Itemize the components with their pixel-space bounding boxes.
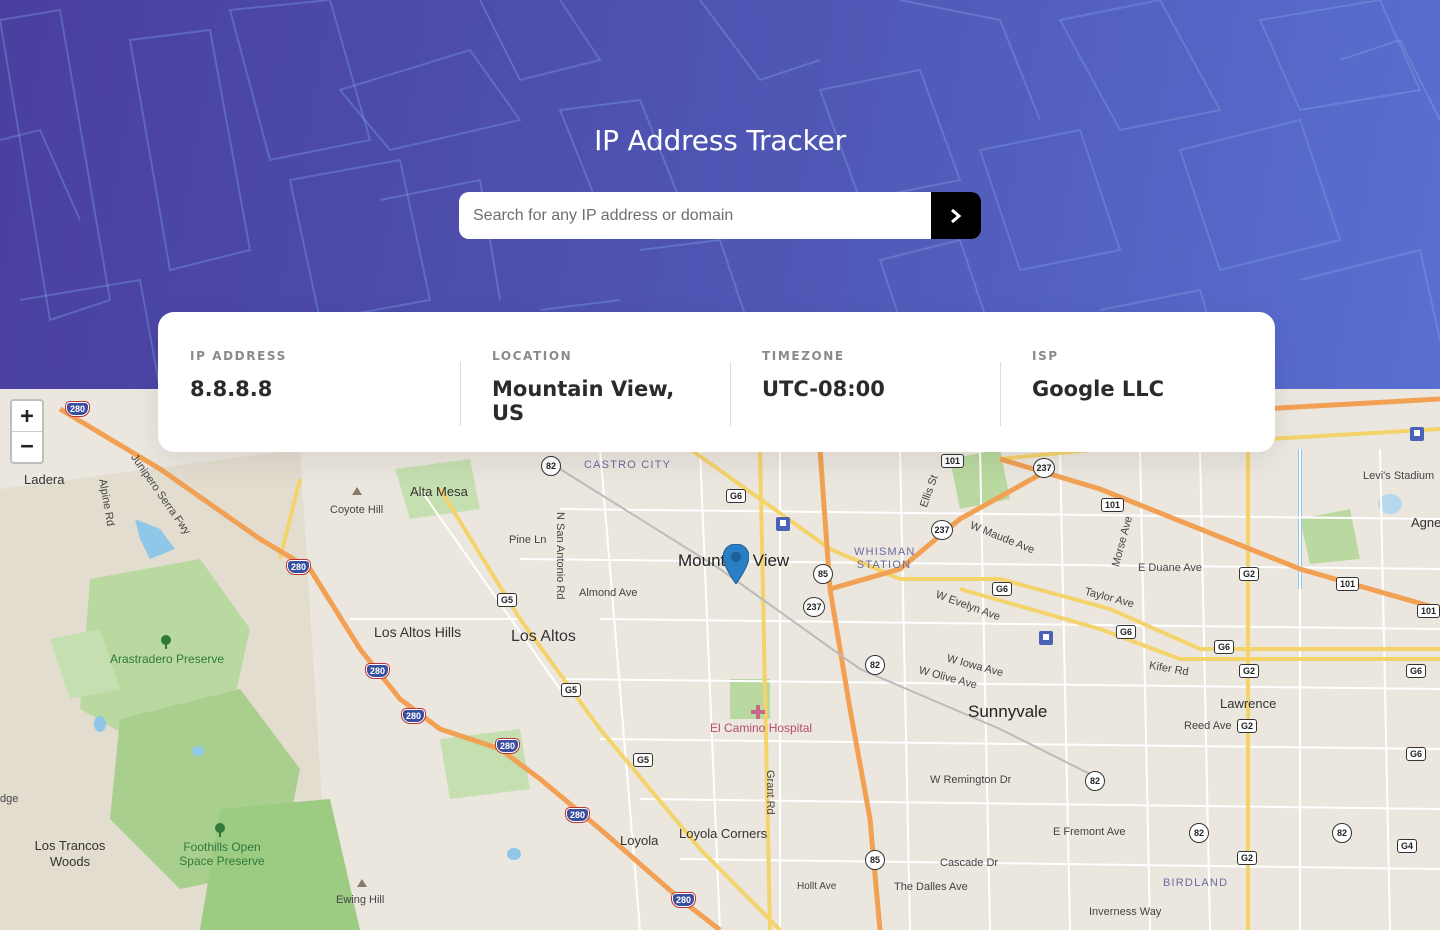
shield-r101: 101 xyxy=(1336,577,1360,591)
shield-i280: 280 xyxy=(402,709,426,723)
map-label-e-duane: E Duane Ave xyxy=(1138,562,1203,574)
map-label-levis-stadium: Levi's Stadium xyxy=(1363,470,1435,482)
map-label-n-san-antonio: N San Antonio Rd xyxy=(554,512,566,600)
shield-r237: 237 xyxy=(803,597,825,617)
shield-g6: G6 xyxy=(1214,640,1235,654)
location-label: LOCATION xyxy=(492,349,573,363)
shield-g4: G4 xyxy=(1397,839,1418,853)
map-label-grant: Grant Rd xyxy=(764,770,776,815)
shield-g5: G5 xyxy=(561,683,582,697)
chevron-right-icon xyxy=(951,208,962,223)
shield-g5: G5 xyxy=(497,593,518,607)
shield-r82: 82 xyxy=(1332,823,1352,843)
shield-r85: 85 xyxy=(865,850,885,870)
timezone-section: TIMEZONE UTC-08:00 xyxy=(730,346,1000,452)
shield-g2: G2 xyxy=(1239,664,1260,678)
map-label-ewing-hill: Ewing Hill xyxy=(336,894,385,906)
page-title: IP Address Tracker xyxy=(594,124,846,157)
ip-info-card: IP ADDRESS 8.8.8.8 LOCATION Mountain Vie… xyxy=(158,312,1275,452)
zoom-out-button[interactable]: − xyxy=(12,431,42,461)
ip-address-label: IP ADDRESS xyxy=(190,349,287,363)
shield-g5: G5 xyxy=(633,753,654,767)
shield-r82: 82 xyxy=(865,655,885,675)
tree-icon xyxy=(161,635,171,649)
shield-i280: 280 xyxy=(672,893,696,907)
shield-r82: 82 xyxy=(1085,771,1105,791)
shield-g2: G2 xyxy=(1239,567,1260,581)
map-label-los-altos-hills: Los Altos Hills xyxy=(374,624,462,640)
shield-g2: G2 xyxy=(1237,719,1258,733)
map-label-sunnyvale: Sunnyvale xyxy=(968,702,1048,721)
shield-r101: 101 xyxy=(1101,498,1125,512)
map-label-edge: dge xyxy=(0,793,19,805)
shield-r85: 85 xyxy=(813,564,833,584)
shield-i280: 280 xyxy=(496,739,520,753)
map-label-loyola-corners: Loyola Corners xyxy=(679,826,768,841)
map-label-el-camino-hospital: El Camino Hospital xyxy=(710,721,813,735)
map-label-loyola: Loyola xyxy=(620,833,659,848)
map-label-agnew: Agne xyxy=(1411,515,1440,530)
shield-i280: 280 xyxy=(366,664,390,678)
map-label-lawrence: Lawrence xyxy=(1220,696,1277,711)
train-station-icon xyxy=(1410,427,1424,441)
tree-icon xyxy=(215,823,225,837)
map-label-e-fremont: E Fremont Ave xyxy=(1053,826,1126,838)
shield-g6: G6 xyxy=(1406,747,1427,761)
shield-g6: G6 xyxy=(1116,625,1137,639)
shield-r101: 101 xyxy=(1417,604,1440,618)
search-form xyxy=(459,192,981,239)
peak-icon xyxy=(357,879,367,887)
map-label-coyote-hill: Coyote Hill xyxy=(330,504,384,516)
shield-g6: G6 xyxy=(992,582,1013,596)
map-label-ladera: Ladera xyxy=(24,472,65,487)
map-label-reed: Reed Ave xyxy=(1184,720,1232,732)
map-label-foothills: Foothills Open Space Preserve xyxy=(179,840,265,868)
location-value: Mountain View, US xyxy=(492,377,675,425)
map-label-pine-ln: Pine Ln xyxy=(509,534,547,546)
shield-r82: 82 xyxy=(1189,823,1209,843)
isp-value: Google LLC xyxy=(1032,377,1165,401)
search-input[interactable] xyxy=(459,192,931,239)
map-label-alta-mesa: Alta Mesa xyxy=(410,484,468,499)
ip-address-section: IP ADDRESS 8.8.8.8 xyxy=(190,346,460,452)
shield-g6: G6 xyxy=(1406,664,1427,678)
timezone-label: TIMEZONE xyxy=(762,349,845,363)
shield-g6: G6 xyxy=(726,489,747,503)
shield-r237: 237 xyxy=(931,520,953,540)
shield-i280: 280 xyxy=(287,560,311,574)
isp-section: ISP Google LLC xyxy=(1000,346,1270,452)
map-label-almond-ave: Almond Ave xyxy=(579,587,638,599)
map-label-hollt: Hollt Ave xyxy=(797,881,837,892)
ip-address-value: 8.8.8.8 xyxy=(190,377,273,401)
shield-r82: 82 xyxy=(541,456,561,476)
map-label-whisman-station: WHISMAN STATION xyxy=(854,546,916,571)
hospital-icon xyxy=(751,705,765,719)
zoom-control: + − xyxy=(10,399,44,464)
map-label-dalles: The Dalles Ave xyxy=(894,881,968,893)
map-label-w-remington: W Remington Dr xyxy=(930,774,1012,786)
shield-r101: 101 xyxy=(941,454,965,468)
location-marker-icon[interactable] xyxy=(723,544,749,584)
map-label-birdland: BIRDLAND xyxy=(1163,877,1229,889)
location-section: LOCATION Mountain View, US xyxy=(460,346,730,452)
search-submit-button[interactable] xyxy=(931,192,981,239)
map-label-los-altos: Los Altos xyxy=(511,628,576,645)
zoom-in-button[interactable]: + xyxy=(12,401,42,431)
train-station-icon xyxy=(776,517,790,531)
map-label-castro-city: CASTRO CITY xyxy=(584,459,672,471)
map-label-cascade: Cascade Dr xyxy=(940,857,999,869)
map-label-arastradero: Arastradero Preserve xyxy=(110,652,225,666)
isp-label: ISP xyxy=(1032,349,1059,363)
shield-i280: 280 xyxy=(66,402,90,416)
shield-g2: G2 xyxy=(1237,851,1258,865)
map-label-los-trancos: Los Trancos Woods xyxy=(34,838,106,869)
shield-i280: 280 xyxy=(566,808,590,822)
peak-icon xyxy=(352,487,362,495)
train-station-icon xyxy=(1039,631,1053,645)
map-label-inverness: Inverness Way xyxy=(1089,906,1162,918)
timezone-value: UTC-08:00 xyxy=(762,377,885,401)
shield-r237: 237 xyxy=(1033,458,1055,478)
